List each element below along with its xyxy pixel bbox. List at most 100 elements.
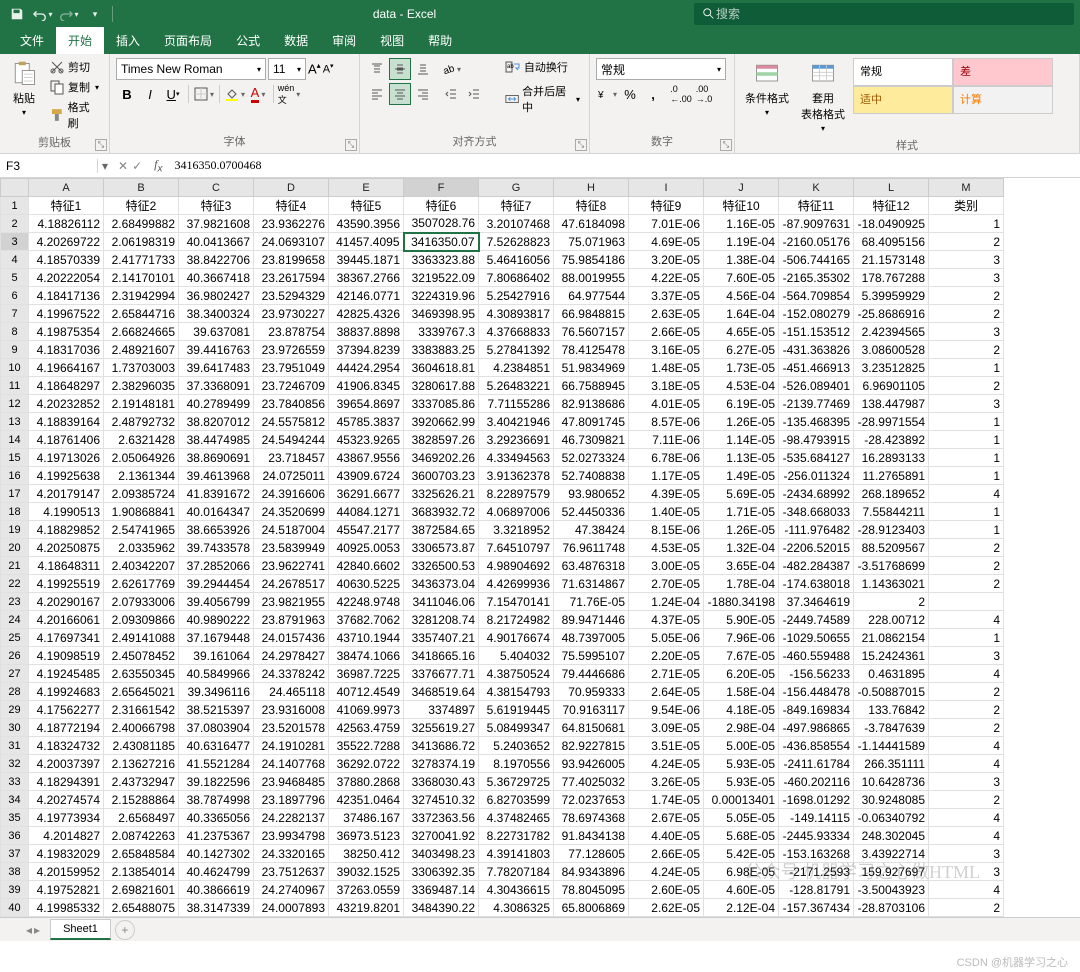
row-header[interactable]: 30 (1, 719, 29, 737)
cell[interactable]: 44084.1271 (329, 503, 404, 521)
cell[interactable]: 5.404032 (479, 647, 554, 665)
cell[interactable]: 52.4450336 (554, 503, 629, 521)
cell[interactable]: 66.9848815 (554, 305, 629, 323)
increase-decimal-icon[interactable]: .0←.00 (670, 83, 692, 105)
cell[interactable]: 9.54E-06 (629, 701, 704, 719)
cell[interactable]: 45323.9265 (329, 431, 404, 449)
cell[interactable]: 24.0157436 (254, 629, 329, 647)
cell[interactable]: 40.2789499 (179, 395, 254, 413)
cell[interactable]: 7.52628823 (479, 233, 554, 251)
cell[interactable]: 51.9834969 (554, 359, 629, 377)
cell[interactable]: 37.1679448 (179, 629, 254, 647)
cell[interactable]: 3357407.21 (404, 629, 479, 647)
row-header[interactable]: 7 (1, 305, 29, 323)
cell[interactable]: 4.30436615 (479, 881, 554, 899)
cell[interactable]: 3418665.16 (404, 647, 479, 665)
cell[interactable]: 7.15470141 (479, 593, 554, 611)
cell[interactable]: 37.2852066 (179, 557, 254, 575)
cell[interactable]: 3325626.21 (404, 485, 479, 503)
cell[interactable]: 1.64E-04 (704, 305, 779, 323)
cell[interactable]: 2.62E-05 (629, 899, 704, 917)
cell[interactable]: -87.9097631 (779, 215, 854, 233)
cell[interactable]: 1.49E-05 (704, 467, 779, 485)
cell[interactable]: 41457.4095 (329, 233, 404, 251)
cell[interactable]: 40.9890222 (179, 611, 254, 629)
cell[interactable]: 7.78207184 (479, 863, 554, 881)
cell[interactable]: 4.19752821 (29, 881, 104, 899)
cell[interactable]: 5.27841392 (479, 341, 554, 359)
row-header[interactable]: 12 (1, 395, 29, 413)
cell[interactable]: 1.78E-04 (704, 575, 779, 593)
cell[interactable]: 38.8207012 (179, 413, 254, 431)
cell[interactable]: 75.071963 (554, 233, 629, 251)
qat-customize-icon[interactable]: ▾ (84, 3, 106, 25)
cell[interactable]: -431.363826 (779, 341, 854, 359)
cell[interactable]: 3.65E-04 (704, 557, 779, 575)
cell[interactable]: 76.5607157 (554, 323, 629, 341)
cell[interactable]: 1.71E-05 (704, 503, 779, 521)
cell[interactable]: 4.42699936 (479, 575, 554, 593)
cell[interactable]: 2.20E-05 (629, 647, 704, 665)
decrease-font-icon[interactable]: A▾ (323, 62, 334, 76)
cell[interactable]: -506.744165 (779, 251, 854, 269)
cell[interactable]: 37.3368091 (179, 377, 254, 395)
cell[interactable]: -25.8686916 (854, 305, 929, 323)
cell[interactable]: 4.19098519 (29, 647, 104, 665)
cell[interactable]: 2.31942994 (104, 287, 179, 305)
cell[interactable]: 4.38750524 (479, 665, 554, 683)
cell[interactable]: 37880.2868 (329, 773, 404, 791)
cell[interactable]: 4.20166061 (29, 611, 104, 629)
cell[interactable]: 24.5575812 (254, 413, 329, 431)
cell[interactable]: 3.29236691 (479, 431, 554, 449)
cell[interactable]: 38.8422706 (179, 251, 254, 269)
cell[interactable]: 7.67E-05 (704, 647, 779, 665)
align-right-icon[interactable] (412, 83, 434, 105)
cell[interactable]: 23.7951049 (254, 359, 329, 377)
cell[interactable]: 37486.167 (329, 809, 404, 827)
row-header[interactable]: 1 (1, 197, 29, 215)
cell[interactable]: 38.3147339 (179, 899, 254, 917)
cell[interactable]: 2.62617769 (104, 575, 179, 593)
cell[interactable]: 6.82703599 (479, 791, 554, 809)
percent-format-icon[interactable]: % (619, 83, 641, 105)
cell[interactable]: 78.4125478 (554, 341, 629, 359)
cell[interactable]: 23.7512637 (254, 863, 329, 881)
cell[interactable]: 24.3320165 (254, 845, 329, 863)
cell[interactable]: 4.20290167 (29, 593, 104, 611)
cell[interactable]: 2.65488075 (104, 899, 179, 917)
cell[interactable]: 23.9821955 (254, 593, 329, 611)
cell[interactable]: 2.69821601 (104, 881, 179, 899)
cell[interactable]: 3.20E-05 (629, 251, 704, 269)
decrease-indent-icon[interactable] (440, 83, 462, 105)
cell[interactable]: 23.9622741 (254, 557, 329, 575)
cell[interactable]: 39.7433578 (179, 539, 254, 557)
cell[interactable]: 133.76842 (854, 701, 929, 719)
cell[interactable]: 3436373.04 (404, 575, 479, 593)
italic-button[interactable]: I (139, 83, 161, 105)
cell[interactable]: 39.3496116 (179, 683, 254, 701)
cell[interactable]: 72.0237653 (554, 791, 629, 809)
cell[interactable]: 41.5521284 (179, 755, 254, 773)
cell[interactable]: 4.19924683 (29, 683, 104, 701)
cell[interactable]: -3.7847639 (854, 719, 929, 737)
cell[interactable]: 3 (929, 773, 1004, 791)
cell[interactable]: 8.1970556 (479, 755, 554, 773)
cell[interactable]: -460.559488 (779, 647, 854, 665)
cell[interactable]: 2.45078452 (104, 647, 179, 665)
cell[interactable]: -28.8703106 (854, 899, 929, 917)
cell[interactable]: 47.6184098 (554, 215, 629, 233)
add-sheet-button[interactable]: + (115, 920, 135, 940)
cell[interactable]: 1 (929, 413, 1004, 431)
cell[interactable]: 40712.4549 (329, 683, 404, 701)
cell[interactable]: 2 (929, 539, 1004, 557)
cell[interactable]: 4.37482465 (479, 809, 554, 827)
cell[interactable]: 1.19E-04 (704, 233, 779, 251)
save-icon[interactable] (6, 3, 28, 25)
cell[interactable]: 3.09E-05 (629, 719, 704, 737)
cell[interactable]: -497.986865 (779, 719, 854, 737)
row-header[interactable]: 6 (1, 287, 29, 305)
cell[interactable]: 特征8 (554, 197, 629, 215)
cell[interactable]: 64.977544 (554, 287, 629, 305)
cell[interactable]: 23.9934798 (254, 827, 329, 845)
cell[interactable]: 3281208.74 (404, 611, 479, 629)
